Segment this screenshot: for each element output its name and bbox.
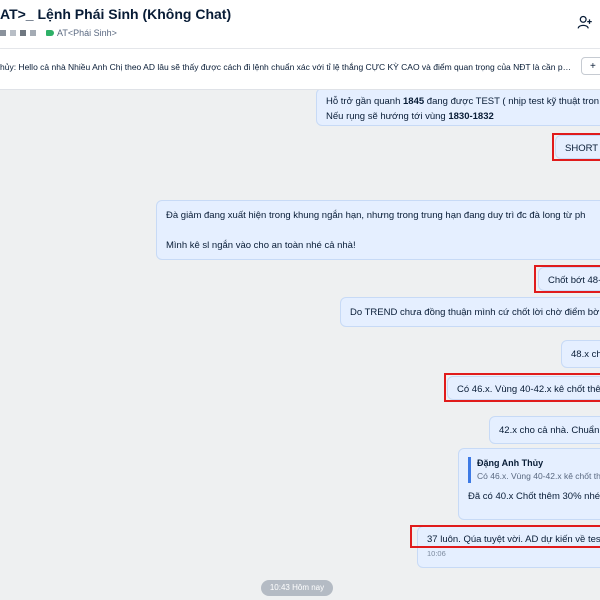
message-bold-text: 1845: [403, 96, 425, 107]
message-text: Do TREND chưa đồng thuận mình cứ chốt lờ…: [350, 307, 600, 318]
group-title[interactable]: AT>_ Lệnh Phái Sinh (Không Chat): [0, 6, 231, 22]
time-divider: 10:43 Hôm nay: [261, 580, 333, 596]
message-bubble[interactable]: 48.x ch: [561, 340, 600, 368]
label-tag-icon: [46, 30, 54, 36]
message-text: 37 luôn. Qúa tuyệt vời. AD dự kiến về te…: [427, 534, 600, 545]
message-bubble-reply[interactable]: Đặng Anh Thủy Có 46.x. Vùng 40-42.x kê c…: [458, 448, 600, 520]
quoted-sender-name: Đặng Anh Thủy: [477, 458, 544, 468]
message-bubble[interactable]: Đà giảm đang xuất hiện trong khung ngắn …: [156, 200, 600, 260]
message-bubble[interactable]: SHORT 5: [555, 135, 600, 159]
message-timestamp: 10:06: [427, 549, 446, 558]
group-subheader: AT<Phái Sinh>: [0, 26, 117, 40]
message-text: 42.x cho cả nhà. Chuẩn: [499, 425, 600, 436]
message-bubble[interactable]: Chốt bớt 48-: [538, 267, 600, 291]
message-text: Hỗ trở gần quanh: [326, 96, 404, 107]
message-text: Đà giảm đang xuất hiện trong khung ngắn …: [166, 210, 586, 221]
message-text: Đã có 40.x Chốt thêm 30% nhé: [468, 491, 600, 502]
message-text: 48.x ch: [571, 349, 600, 360]
pinned-more-button[interactable]: +: [581, 57, 600, 75]
message-list[interactable]: Hỗ trở gần quanh 1845 đang được TEST ( n…: [0, 90, 600, 600]
message-text: Chốt bớt 48-: [548, 275, 600, 286]
quoted-text: Có 46.x. Vùng 40-42.x kê chốt thêm: [477, 471, 600, 481]
pinned-message-bar[interactable]: hủy: Hello cả nhà Nhiều Anh Chị theo AD …: [0, 49, 600, 90]
add-member-icon[interactable]: [576, 14, 594, 32]
message-bubble[interactable]: Do TREND chưa đồng thuận mình cứ chốt lờ…: [340, 297, 600, 327]
member-avatar-4[interactable]: [30, 30, 36, 36]
message-text: đang được TEST ( nhịp test kỹ thuật tron: [424, 96, 600, 107]
member-avatar-2[interactable]: [10, 30, 16, 36]
chat-header: AT>_ Lệnh Phái Sinh (Không Chat) AT<Phái…: [0, 0, 600, 49]
message-text: Có 46.x. Vùng 40-42.x kê chốt thêm: [457, 384, 600, 395]
message-text: SHORT 5: [565, 143, 600, 154]
message-text: Nếu rụng sẽ hướng tới vùng: [326, 111, 449, 122]
group-tag-label[interactable]: AT<Phái Sinh>: [57, 28, 117, 38]
message-text: Mình kê sl ngắn vào cho an toàn nhé cả n…: [166, 240, 356, 251]
message-bubble[interactable]: Hỗ trở gần quanh 1845 đang được TEST ( n…: [316, 90, 600, 126]
member-avatar-3[interactable]: [20, 30, 26, 36]
message-bold-text: 1830-1832: [448, 111, 494, 122]
message-bubble[interactable]: Có 46.x. Vùng 40-42.x kê chốt thêm: [447, 376, 600, 400]
member-avatar-1[interactable]: [0, 30, 6, 36]
quoted-message[interactable]: Đặng Anh Thủy Có 46.x. Vùng 40-42.x kê c…: [468, 457, 600, 483]
message-bubble[interactable]: 42.x cho cả nhà. Chuẩn: [489, 416, 600, 444]
pinned-message-text[interactable]: hủy: Hello cả nhà Nhiều Anh Chị theo AD …: [0, 62, 572, 72]
message-bubble[interactable]: 37 luôn. Qúa tuyệt vời. AD dự kiến về te…: [417, 526, 600, 568]
